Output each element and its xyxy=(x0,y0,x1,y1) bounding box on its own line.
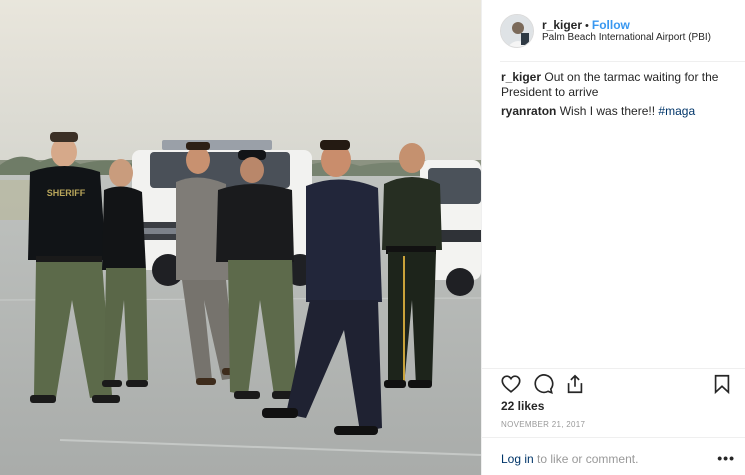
comment-text: Wish I was there!! xyxy=(559,104,656,118)
username-link[interactable]: r_kiger xyxy=(542,18,582,32)
user-line: r_kiger • Follow xyxy=(542,18,630,33)
post-photo[interactable]: SHERIFF xyxy=(0,0,481,475)
comment-username[interactable]: r_kiger xyxy=(501,70,541,84)
avatar-image xyxy=(501,15,533,47)
share-icon[interactable] xyxy=(564,373,586,395)
action-bar xyxy=(482,368,745,398)
more-options-icon[interactable]: ••• xyxy=(717,451,735,465)
tarmac-photo-illustration: SHERIFF xyxy=(0,0,481,475)
comments-list: r_kiger Out on the tarmac waiting for th… xyxy=(501,70,739,123)
comment-icon[interactable] xyxy=(532,373,554,395)
bookmark-icon[interactable] xyxy=(711,373,733,395)
avatar[interactable] xyxy=(500,14,534,48)
location-link[interactable]: Palm Beach International Airport (PBI) xyxy=(542,32,711,44)
heart-icon[interactable] xyxy=(500,373,522,395)
login-bar: Log in to like or comment. ••• xyxy=(482,437,745,475)
login-suffix: to like or comment. xyxy=(533,452,639,466)
login-link[interactable]: Log in xyxy=(501,452,534,466)
login-prompt: Log in to like or comment. xyxy=(501,452,638,466)
header-divider xyxy=(500,61,745,62)
post-header: r_kiger • Follow Palm Beach International … xyxy=(482,0,745,62)
caption-comment: r_kiger Out on the tarmac waiting for th… xyxy=(501,70,739,100)
follow-button[interactable]: Follow xyxy=(592,18,630,32)
separator-dot: • xyxy=(585,20,589,32)
hashtag-link[interactable]: #maga xyxy=(658,104,695,118)
post-date[interactable]: NOVEMBER 21, 2017 xyxy=(501,420,585,430)
likes-count[interactable]: 22 likes xyxy=(501,399,544,413)
comment-item: ryanraton Wish I was there!! #maga xyxy=(501,104,739,119)
comment-username[interactable]: ryanraton xyxy=(501,104,556,118)
vest-text: SHERIFF xyxy=(47,188,86,198)
post-side-panel: r_kiger • Follow Palm Beach International … xyxy=(481,0,745,475)
